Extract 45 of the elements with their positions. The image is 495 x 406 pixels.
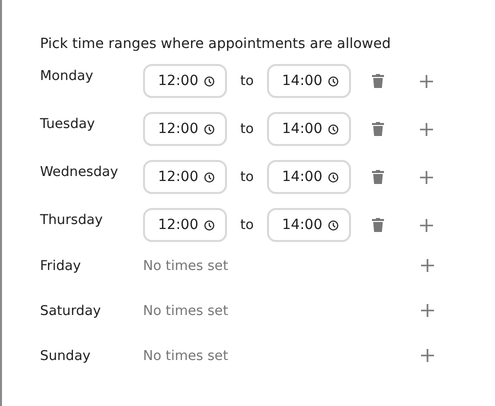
- clock-icon: [204, 170, 215, 184]
- time-field[interactable]: 14:00: [267, 64, 351, 98]
- plus-icon: [420, 218, 432, 232]
- clock-icon: [328, 218, 339, 232]
- clock-icon: [204, 122, 215, 136]
- separator-text: to: [239, 72, 255, 91]
- plus-icon: [420, 304, 434, 316]
- day-label: Saturday: [40, 302, 102, 321]
- day-label: Sunday: [40, 347, 92, 366]
- separator-text: to: [239, 120, 255, 139]
- trash-icon: [372, 218, 384, 232]
- add-button[interactable]: [420, 346, 434, 364]
- empty-text: No times set: [143, 347, 230, 366]
- day-label: Thursday: [40, 211, 104, 230]
- clock-icon: [328, 122, 339, 136]
- trash-icon: [372, 122, 384, 136]
- time-field[interactable]: 14:00: [267, 112, 351, 146]
- add-button[interactable]: [420, 301, 434, 319]
- separator-text: to: [239, 216, 255, 235]
- empty-text: No times set: [143, 302, 230, 321]
- add-button[interactable]: [420, 256, 434, 274]
- time-field[interactable]: 12:00: [143, 64, 227, 98]
- clock-icon: [328, 170, 339, 184]
- plus-icon: [420, 122, 432, 136]
- time-field[interactable]: 14:00: [267, 208, 351, 242]
- separator-text: to: [239, 168, 255, 187]
- time-field[interactable]: 14:00: [267, 160, 351, 194]
- plus-icon: [420, 170, 432, 184]
- trash-icon: [372, 170, 384, 184]
- time-field[interactable]: 12:00: [143, 112, 227, 146]
- clock-icon: [204, 74, 215, 88]
- plus-icon: [420, 258, 434, 272]
- time-field[interactable]: 12:00: [143, 208, 227, 242]
- plus-icon: [420, 348, 434, 362]
- day-label: Monday: [40, 67, 94, 86]
- instruction-text: Pick time ranges where appointments are allowed: [40, 35, 392, 54]
- trash-icon: [372, 74, 384, 88]
- plus-icon: [420, 74, 432, 88]
- clock-icon: [204, 218, 215, 232]
- time-field[interactable]: 12:00: [143, 160, 227, 194]
- clock-icon: [328, 74, 339, 88]
- day-label: Friday: [40, 257, 82, 276]
- empty-text: No times set: [143, 257, 230, 276]
- day-label: Tuesday: [40, 115, 96, 134]
- day-label: Wednesday: [40, 163, 120, 182]
